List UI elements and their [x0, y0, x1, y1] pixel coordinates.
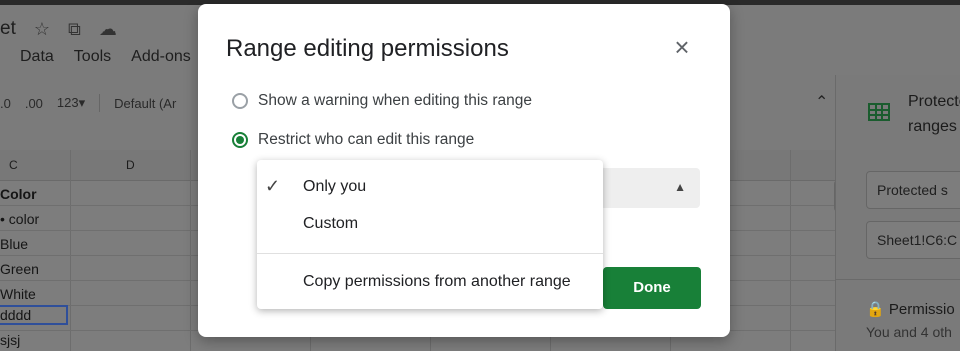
- dialog-title: Range editing permissions: [226, 35, 509, 62]
- radio-button-unchecked[interactable]: [232, 93, 248, 109]
- done-button[interactable]: Done: [603, 267, 701, 309]
- editors-dropdown-menu: ✓ Only you Custom Copy permissions from …: [257, 160, 603, 309]
- cell-c4[interactable]: Color: [0, 186, 37, 202]
- menu-tools[interactable]: Tools: [72, 48, 113, 66]
- menu-divider: [257, 253, 603, 254]
- increase-decimal-button[interactable]: .00: [25, 96, 43, 111]
- permissions-heading-label: Permissio: [888, 301, 955, 318]
- permissions-summary: You and 4 oth: [866, 324, 952, 340]
- font-select[interactable]: Default (Ar: [114, 96, 176, 111]
- move-folder-icon[interactable]: ⧉: [68, 19, 81, 40]
- menu-item-label: Only you: [303, 178, 367, 195]
- panel-title: Protected ranges: [908, 93, 960, 135]
- sheet-grid-icon: [868, 103, 890, 121]
- grid-line: [190, 150, 191, 351]
- chevron-up-icon[interactable]: ⌃: [815, 92, 828, 112]
- menu-addons[interactable]: Add-ons: [129, 48, 193, 66]
- menu-item-copy-permissions[interactable]: Copy permissions from another range: [257, 264, 603, 300]
- close-icon[interactable]: ×: [668, 33, 696, 61]
- radio-button-checked[interactable]: [232, 132, 248, 148]
- star-icon[interactable]: ☆: [34, 19, 50, 40]
- radio-show-warning[interactable]: Show a warning when editing this range: [232, 92, 532, 110]
- cloud-status-icon[interactable]: ☁: [99, 19, 117, 40]
- protected-ranges-panel: Protected ranges Protected s Sheet1!C6:C…: [835, 75, 960, 351]
- menu-item-only-you[interactable]: ✓ Only you: [257, 169, 603, 205]
- doc-title-row: et ☆ ⧉ ☁: [0, 14, 117, 44]
- caret-up-icon: ▲: [674, 180, 686, 194]
- number-format-button[interactable]: 123▾: [57, 95, 85, 111]
- decrease-decimal-button[interactable]: .0: [0, 96, 11, 111]
- checkmark-icon: ✓: [265, 176, 281, 196]
- radio-restrict[interactable]: Restrict who can edit this range: [232, 131, 474, 149]
- cell-c5[interactable]: • color: [0, 211, 39, 227]
- doc-title[interactable]: et: [0, 18, 16, 40]
- panel-divider: [836, 279, 960, 280]
- grid-line: [70, 150, 71, 351]
- radio-show-warning-label: Show a warning when editing this range: [258, 92, 533, 109]
- grid-line: [790, 150, 791, 351]
- radio-restrict-label: Restrict who can edit this range: [258, 131, 475, 148]
- cell-c7[interactable]: Green: [0, 261, 39, 277]
- cell-c8[interactable]: White: [0, 286, 36, 302]
- menu-item-label: Custom: [303, 215, 359, 232]
- range-input[interactable]: Sheet1!C6:C: [866, 221, 960, 259]
- column-header-c[interactable]: C: [9, 158, 18, 172]
- toolbar-divider: [99, 94, 101, 112]
- range-description-input[interactable]: Protected s: [866, 171, 960, 209]
- cell-c10[interactable]: sjsj: [0, 332, 20, 348]
- menu-item-label: Copy permissions from another range: [303, 273, 571, 290]
- menu-data[interactable]: Data: [18, 48, 56, 66]
- cell-c9-selected[interactable]: dddd: [0, 305, 68, 325]
- permissions-heading: 🔒 Permissio: [866, 300, 955, 318]
- menubar: Data Tools Add-ons: [0, 48, 193, 66]
- cell-c6[interactable]: Blue: [0, 236, 28, 252]
- menu-item-custom[interactable]: Custom: [257, 206, 603, 242]
- lock-icon: 🔒: [866, 301, 885, 318]
- column-header-d[interactable]: D: [126, 158, 135, 172]
- editor-select[interactable]: ▲: [600, 168, 700, 208]
